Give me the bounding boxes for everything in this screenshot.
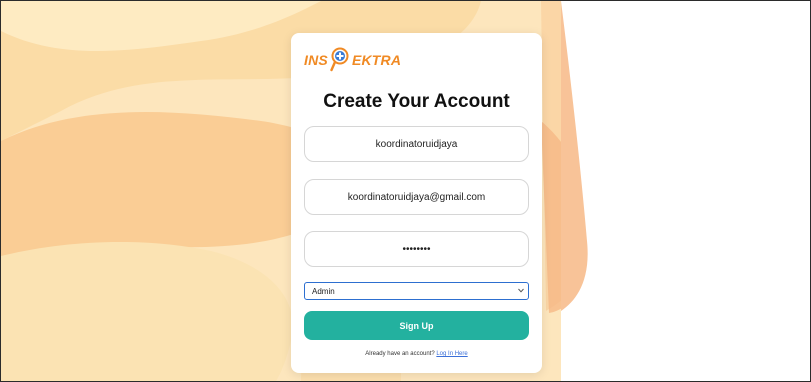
logo-text-left: INS: [304, 52, 328, 68]
email-field[interactable]: [304, 179, 529, 215]
brand-logo: INS EKTRA: [304, 47, 401, 73]
logo-text-right: EKTRA: [351, 52, 402, 68]
login-link[interactable]: Log In Here: [436, 351, 467, 357]
username-field[interactable]: [304, 126, 529, 162]
password-field[interactable]: [304, 231, 529, 267]
role-select[interactable]: Admin: [304, 282, 529, 300]
magnifier-plus-icon: [330, 47, 349, 72]
browser-viewport: INS EKTRA Create Your Account Admin Sign…: [0, 0, 811, 382]
login-prompt: Already have an account? Log In Here: [291, 351, 542, 357]
login-prompt-text: Already have an account?: [365, 351, 435, 357]
page-title: Create Your Account: [323, 91, 510, 112]
role-select-value: Admin: [312, 286, 335, 296]
signup-card: INS EKTRA Create Your Account Admin Sign…: [291, 33, 542, 373]
chevron-down-icon: [518, 288, 524, 293]
sign-up-button[interactable]: Sign Up: [304, 311, 529, 340]
